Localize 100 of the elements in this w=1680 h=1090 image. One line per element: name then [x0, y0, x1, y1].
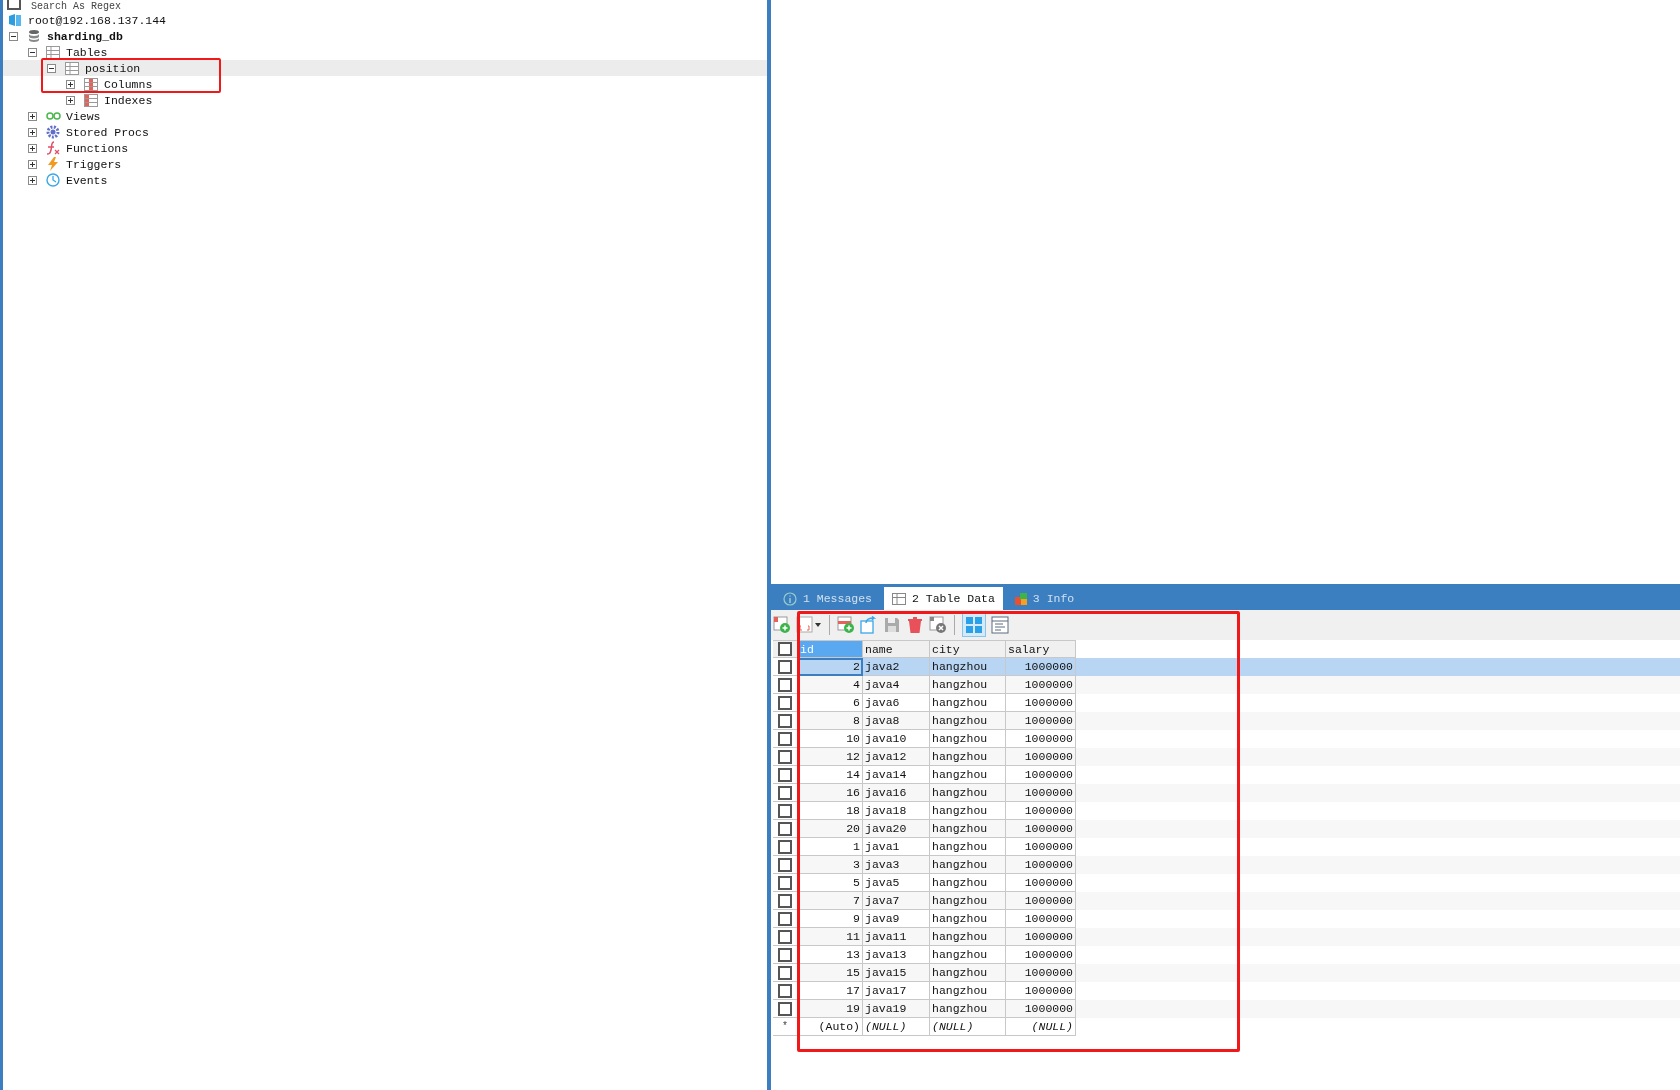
table-cell: (NULL) [930, 1018, 1006, 1036]
column-header[interactable]: salary [1006, 640, 1076, 658]
table-cell: 1000000 [1006, 928, 1076, 946]
dropdown-icon[interactable] [796, 616, 822, 634]
tree-item[interactable]: Triggers [66, 157, 122, 171]
table-cell: 11 [798, 928, 863, 946]
table-cell: hangzhou [930, 748, 1006, 766]
insert-row-icon[interactable] [837, 616, 855, 634]
table-icon [892, 592, 906, 605]
table-cell: hangzhou [930, 1000, 1006, 1018]
row-checkbox[interactable] [778, 785, 792, 800]
grid-view-button[interactable] [962, 613, 986, 637]
row-checkbox[interactable] [778, 893, 792, 908]
table-cell: 1000000 [1006, 856, 1076, 874]
table-cell: hangzhou [930, 892, 1006, 910]
tree-item[interactable]: root@192.168.137.144 [28, 13, 167, 27]
tree-item[interactable]: Functions [66, 141, 129, 155]
table-cell: java12 [863, 748, 930, 766]
expand-icon[interactable] [28, 143, 37, 153]
add-row-icon[interactable] [773, 616, 791, 634]
table-cell: 1000000 [1006, 784, 1076, 802]
table-cell: (Auto) [798, 1018, 863, 1036]
blocks-icon [1014, 592, 1027, 605]
table-cell: java4 [863, 676, 930, 694]
table-cell: java11 [863, 928, 930, 946]
table-cell: java20 [863, 820, 930, 838]
table-cell: hangzhou [930, 820, 1006, 838]
tree-item[interactable]: Indexes [104, 93, 153, 107]
collapse-icon[interactable] [9, 31, 18, 41]
expand-icon[interactable] [28, 111, 37, 121]
columns-icon [84, 77, 98, 91]
row-checkbox[interactable] [778, 965, 792, 980]
table-cell: (NULL) [1006, 1018, 1076, 1036]
table-cell: hangzhou [930, 712, 1006, 730]
table-cell: 1000000 [1006, 892, 1076, 910]
table-cell: 8 [798, 712, 863, 730]
select-all-checkbox[interactable] [778, 642, 792, 656]
table-cell: 16 [798, 784, 863, 802]
table-cell: 1000000 [1006, 964, 1076, 982]
clear-icon[interactable] [929, 616, 947, 634]
clock-icon [46, 173, 60, 187]
table-icon [46, 45, 60, 59]
table-cell: hangzhou [930, 784, 1006, 802]
row-checkbox[interactable] [778, 821, 792, 836]
tree-item[interactable]: Stored Procs [66, 125, 149, 139]
collapse-icon[interactable] [28, 47, 37, 57]
table-cell: 3 [798, 856, 863, 874]
table-cell: hangzhou [930, 676, 1006, 694]
function-icon [46, 141, 60, 155]
tree-item[interactable]: Views [66, 109, 101, 123]
row-checkbox[interactable] [778, 857, 792, 872]
table-cell: java16 [863, 784, 930, 802]
table-cell: 19 [798, 1000, 863, 1018]
form-view-icon[interactable] [991, 616, 1009, 634]
gear-icon [46, 125, 60, 139]
row-checkbox[interactable] [778, 875, 792, 890]
result-tab[interactable]: 2 Table Data [884, 587, 1003, 610]
expand-icon[interactable] [28, 159, 37, 169]
column-header[interactable]: city [930, 640, 1006, 658]
row-checkbox[interactable] [778, 947, 792, 962]
copy-icon[interactable] [860, 616, 878, 634]
column-header[interactable]: name [863, 640, 930, 658]
row-checkbox[interactable] [778, 677, 792, 692]
database-icon [27, 29, 41, 43]
expand-icon[interactable] [66, 79, 75, 89]
table-cell: hangzhou [930, 928, 1006, 946]
row-checkbox[interactable] [778, 713, 792, 728]
row-checkbox[interactable] [778, 983, 792, 998]
expand-icon[interactable] [28, 127, 37, 137]
row-checkbox[interactable] [778, 731, 792, 746]
table-cell: 20 [798, 820, 863, 838]
table-cell: java3 [863, 856, 930, 874]
table-cell: 1000000 [1006, 1000, 1076, 1018]
row-checkbox[interactable] [778, 929, 792, 944]
row-checkbox[interactable] [778, 839, 792, 854]
tree-item[interactable]: Columns [104, 77, 153, 91]
tree-row-highlight[interactable]: position [3, 60, 767, 76]
table-cell: 4 [798, 676, 863, 694]
server-icon [8, 13, 22, 27]
glasses-icon [45, 112, 61, 120]
row-checkbox[interactable] [778, 695, 792, 710]
tree-item[interactable]: sharding_db [47, 29, 123, 43]
row-checkbox[interactable] [778, 659, 792, 674]
info-icon [783, 591, 797, 606]
tree-item[interactable]: Tables [66, 45, 108, 59]
row-checkbox[interactable] [778, 803, 792, 818]
table-cell: hangzhou [930, 856, 1006, 874]
row-checkbox[interactable] [778, 911, 792, 926]
tree-item[interactable]: position [85, 61, 141, 75]
row-checkbox[interactable] [778, 1001, 792, 1016]
table-cell: 1000000 [1006, 676, 1076, 694]
expand-icon[interactable] [66, 95, 75, 105]
collapse-icon[interactable] [47, 63, 56, 73]
row-checkbox[interactable] [778, 749, 792, 764]
expand-icon[interactable] [28, 175, 37, 185]
row-checkbox[interactable] [778, 767, 792, 782]
checkbox[interactable] [7, 0, 21, 10]
delete-icon[interactable] [906, 616, 924, 634]
tree-item[interactable]: Events [66, 173, 108, 187]
table-cell: 7 [798, 892, 863, 910]
